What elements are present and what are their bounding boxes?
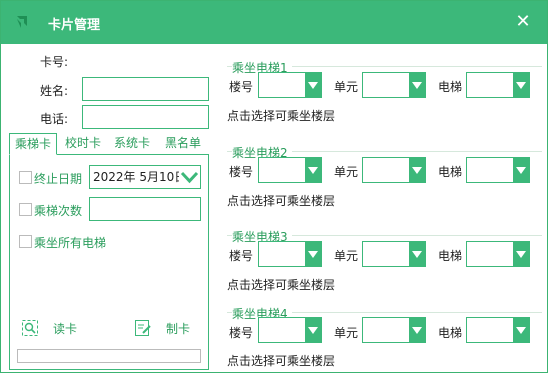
phone-label: 电话: xyxy=(40,112,69,126)
building-select[interactable] xyxy=(258,241,322,267)
building-label: 楼号 xyxy=(229,165,254,179)
elevator-select[interactable] xyxy=(466,317,530,343)
tab-time-card[interactable]: 校时卡 xyxy=(59,133,107,155)
elevator-label: 电梯 xyxy=(438,165,463,179)
all-elevators-checkbox[interactable] xyxy=(19,235,32,248)
read-card-icon xyxy=(22,320,38,336)
chevron-down-icon xyxy=(513,318,529,342)
tab-blacklist[interactable]: 黑名单 xyxy=(157,133,209,155)
chevron-down-icon xyxy=(409,73,425,97)
ride-count-input[interactable] xyxy=(89,197,201,221)
elevator-label: 电梯 xyxy=(438,80,463,94)
name-label: 姓名: xyxy=(40,84,69,98)
read-card-label: 读卡 xyxy=(53,321,78,336)
end-date-checkbox[interactable] xyxy=(19,171,32,184)
unit-label: 单元 xyxy=(334,80,359,94)
chevron-down-icon xyxy=(409,318,425,342)
end-date-label: 终止日期 xyxy=(34,172,83,186)
building-select[interactable] xyxy=(258,317,322,343)
chevron-down-icon xyxy=(305,73,321,97)
chevron-down-icon xyxy=(513,242,529,266)
chevron-down-icon[interactable] xyxy=(179,167,200,187)
unit-select[interactable] xyxy=(362,157,426,183)
window-title: 卡片管理 xyxy=(48,18,101,33)
unit-label: 单元 xyxy=(334,326,359,340)
card-management-window: 卡片管理 ✕ 卡号: 姓名: 电话: 乘梯卡 校时卡 系统卡 黑名单 终止日期 … xyxy=(0,0,548,373)
make-card-button[interactable]: 制卡 xyxy=(134,319,190,337)
ride-count-label: 乘梯次数 xyxy=(34,204,83,218)
chevron-down-icon xyxy=(513,158,529,182)
progress-bar xyxy=(17,349,201,363)
chevron-down-icon xyxy=(305,242,321,266)
chevron-down-icon xyxy=(305,158,321,182)
close-icon[interactable]: ✕ xyxy=(513,11,533,33)
unit-select[interactable] xyxy=(362,72,426,98)
floor-select-link[interactable]: 点击选择可乘坐楼层 xyxy=(227,107,335,124)
building-select[interactable] xyxy=(258,157,322,183)
make-card-label: 制卡 xyxy=(166,321,191,336)
ride-count-checkbox[interactable] xyxy=(19,203,32,216)
chevron-down-icon xyxy=(409,158,425,182)
make-card-icon xyxy=(135,320,151,336)
building-label: 楼号 xyxy=(229,249,254,263)
unit-select[interactable] xyxy=(362,241,426,267)
elevator-select[interactable] xyxy=(466,241,530,267)
floor-select-link[interactable]: 点击选择可乘坐楼层 xyxy=(227,276,335,293)
read-card-button[interactable]: 读卡 xyxy=(21,319,77,337)
app-logo-icon xyxy=(17,16,27,28)
building-label: 楼号 xyxy=(229,80,254,94)
name-input[interactable] xyxy=(82,77,209,101)
unit-select[interactable] xyxy=(362,317,426,343)
floor-select-link[interactable]: 点击选择可乘坐楼层 xyxy=(227,352,335,369)
chevron-down-icon xyxy=(409,242,425,266)
tab-system-card[interactable]: 系统卡 xyxy=(107,133,157,155)
elevator-select[interactable] xyxy=(466,157,530,183)
phone-input[interactable] xyxy=(82,105,209,129)
chevron-down-icon xyxy=(305,318,321,342)
unit-label: 单元 xyxy=(334,165,359,179)
all-elevators-label: 乘坐所有电梯 xyxy=(34,236,107,250)
tab-elevator-card[interactable]: 乘梯卡 xyxy=(9,133,57,155)
title-bar[interactable]: 卡片管理 ✕ xyxy=(1,1,547,44)
elevator-label: 电梯 xyxy=(438,249,463,263)
unit-label: 单元 xyxy=(334,249,359,263)
building-select[interactable] xyxy=(258,72,322,98)
building-label: 楼号 xyxy=(229,326,254,340)
elevator-label: 电梯 xyxy=(438,326,463,340)
elevator-select[interactable] xyxy=(466,72,530,98)
chevron-down-icon xyxy=(513,73,529,97)
floor-select-link[interactable]: 点击选择可乘坐楼层 xyxy=(227,192,335,209)
card-type-tabs: 乘梯卡 校时卡 系统卡 黑名单 xyxy=(9,133,209,155)
card-number-label: 卡号: xyxy=(40,55,69,69)
